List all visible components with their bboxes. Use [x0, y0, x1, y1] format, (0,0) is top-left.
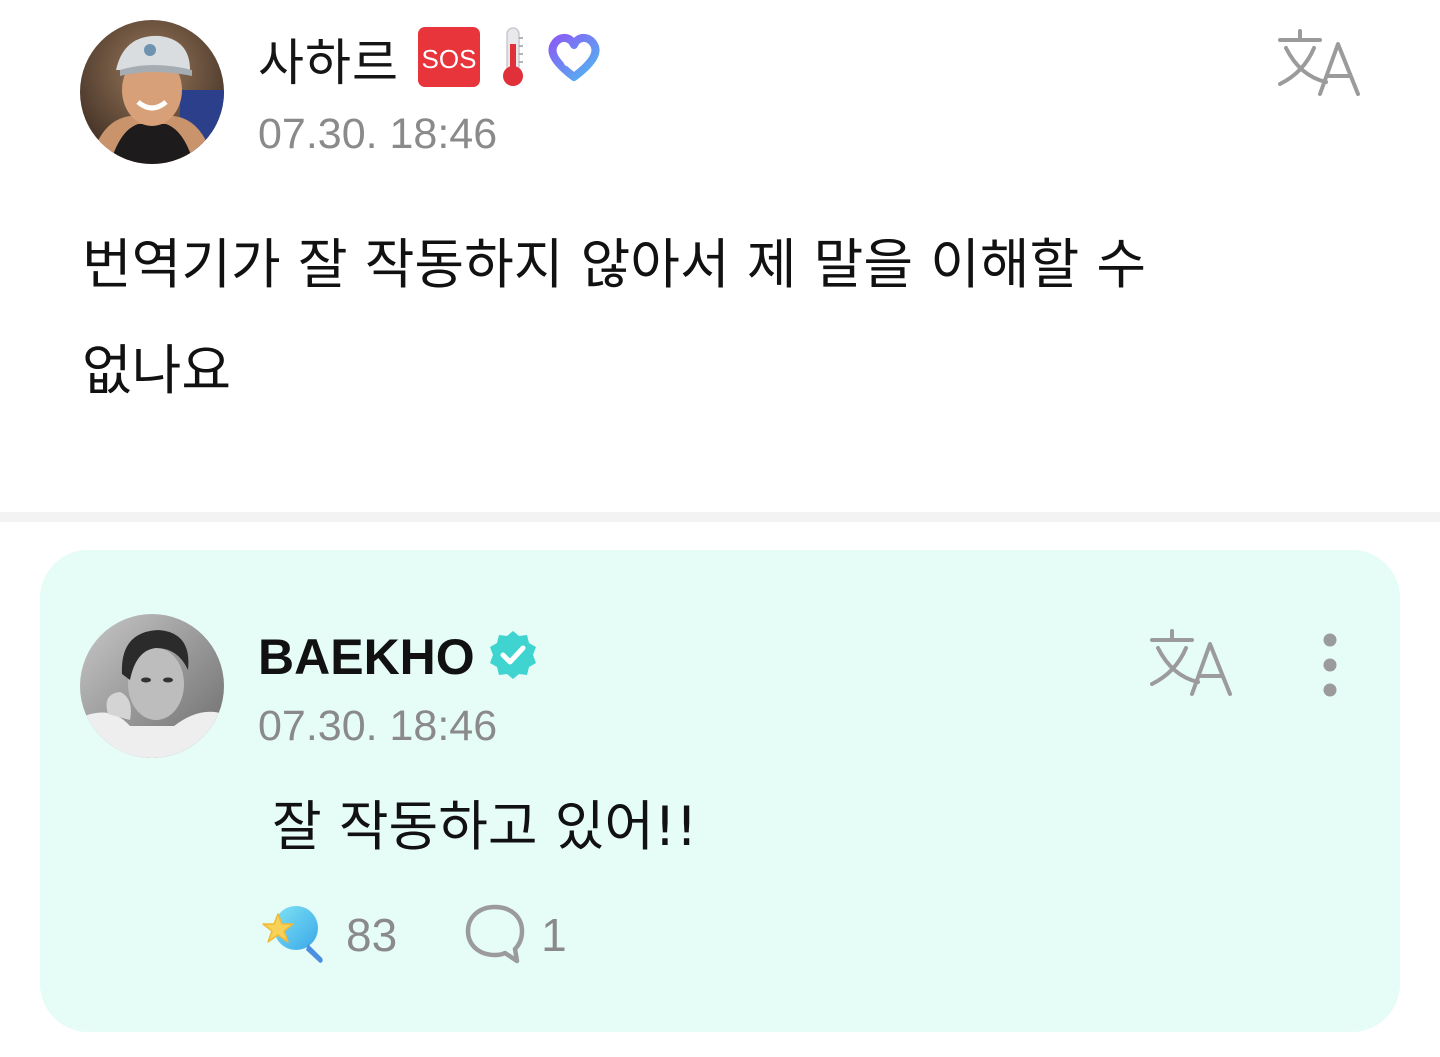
reply-timestamp: 07.30. 18:46: [258, 702, 498, 750]
verified-badge-icon: [487, 629, 539, 685]
author-name[interactable]: 사하르: [258, 23, 399, 95]
artist-name[interactable]: BAEKHO: [258, 628, 475, 686]
user-avatar[interactable]: [80, 20, 224, 164]
fan-post: 사하르 SOS 07.30. 18:46 번역기가 잘 작동하지 않아서 제 말…: [0, 0, 1440, 512]
comment-button[interactable]: 1: [463, 901, 567, 969]
comment-count: 1: [541, 909, 567, 961]
post-body-line: 번역기가 잘 작동하지 않아서 제 말을 이해할 수: [82, 233, 1147, 296]
reply-text: 잘 작동하고 있어!!: [272, 795, 698, 858]
star-wand-icon: [258, 900, 328, 970]
artist-avatar[interactable]: [80, 614, 224, 758]
author-row: 사하르 SOS: [258, 26, 603, 92]
translate-icon[interactable]: [1274, 28, 1364, 98]
like-button[interactable]: 83: [258, 900, 397, 970]
artist-row: BAEKHO: [258, 626, 539, 688]
like-count: 83: [346, 909, 398, 961]
post-timestamp: 07.30. 18:46: [258, 110, 498, 158]
section-divider: [0, 512, 1440, 522]
svg-text:SOS: SOS: [422, 44, 477, 74]
heart-ribbon-icon: [545, 31, 603, 87]
thermometer-icon: [499, 26, 527, 92]
artist-reply-card[interactable]: BAEKHO 07.30. 18:46 잘 작동하고 있어!! 83 1: [40, 550, 1400, 1032]
more-vertical-icon[interactable]: [1310, 632, 1350, 698]
translate-icon[interactable]: [1146, 628, 1236, 698]
reply-actions: 83 1: [258, 900, 567, 970]
post-body: 번역기가 잘 작동하지 않아서 제 말을 이해할 수 없나요: [82, 212, 1282, 424]
comment-icon: [463, 901, 527, 969]
post-body-line: 없나요: [82, 339, 232, 402]
sos-icon: SOS: [417, 26, 481, 92]
